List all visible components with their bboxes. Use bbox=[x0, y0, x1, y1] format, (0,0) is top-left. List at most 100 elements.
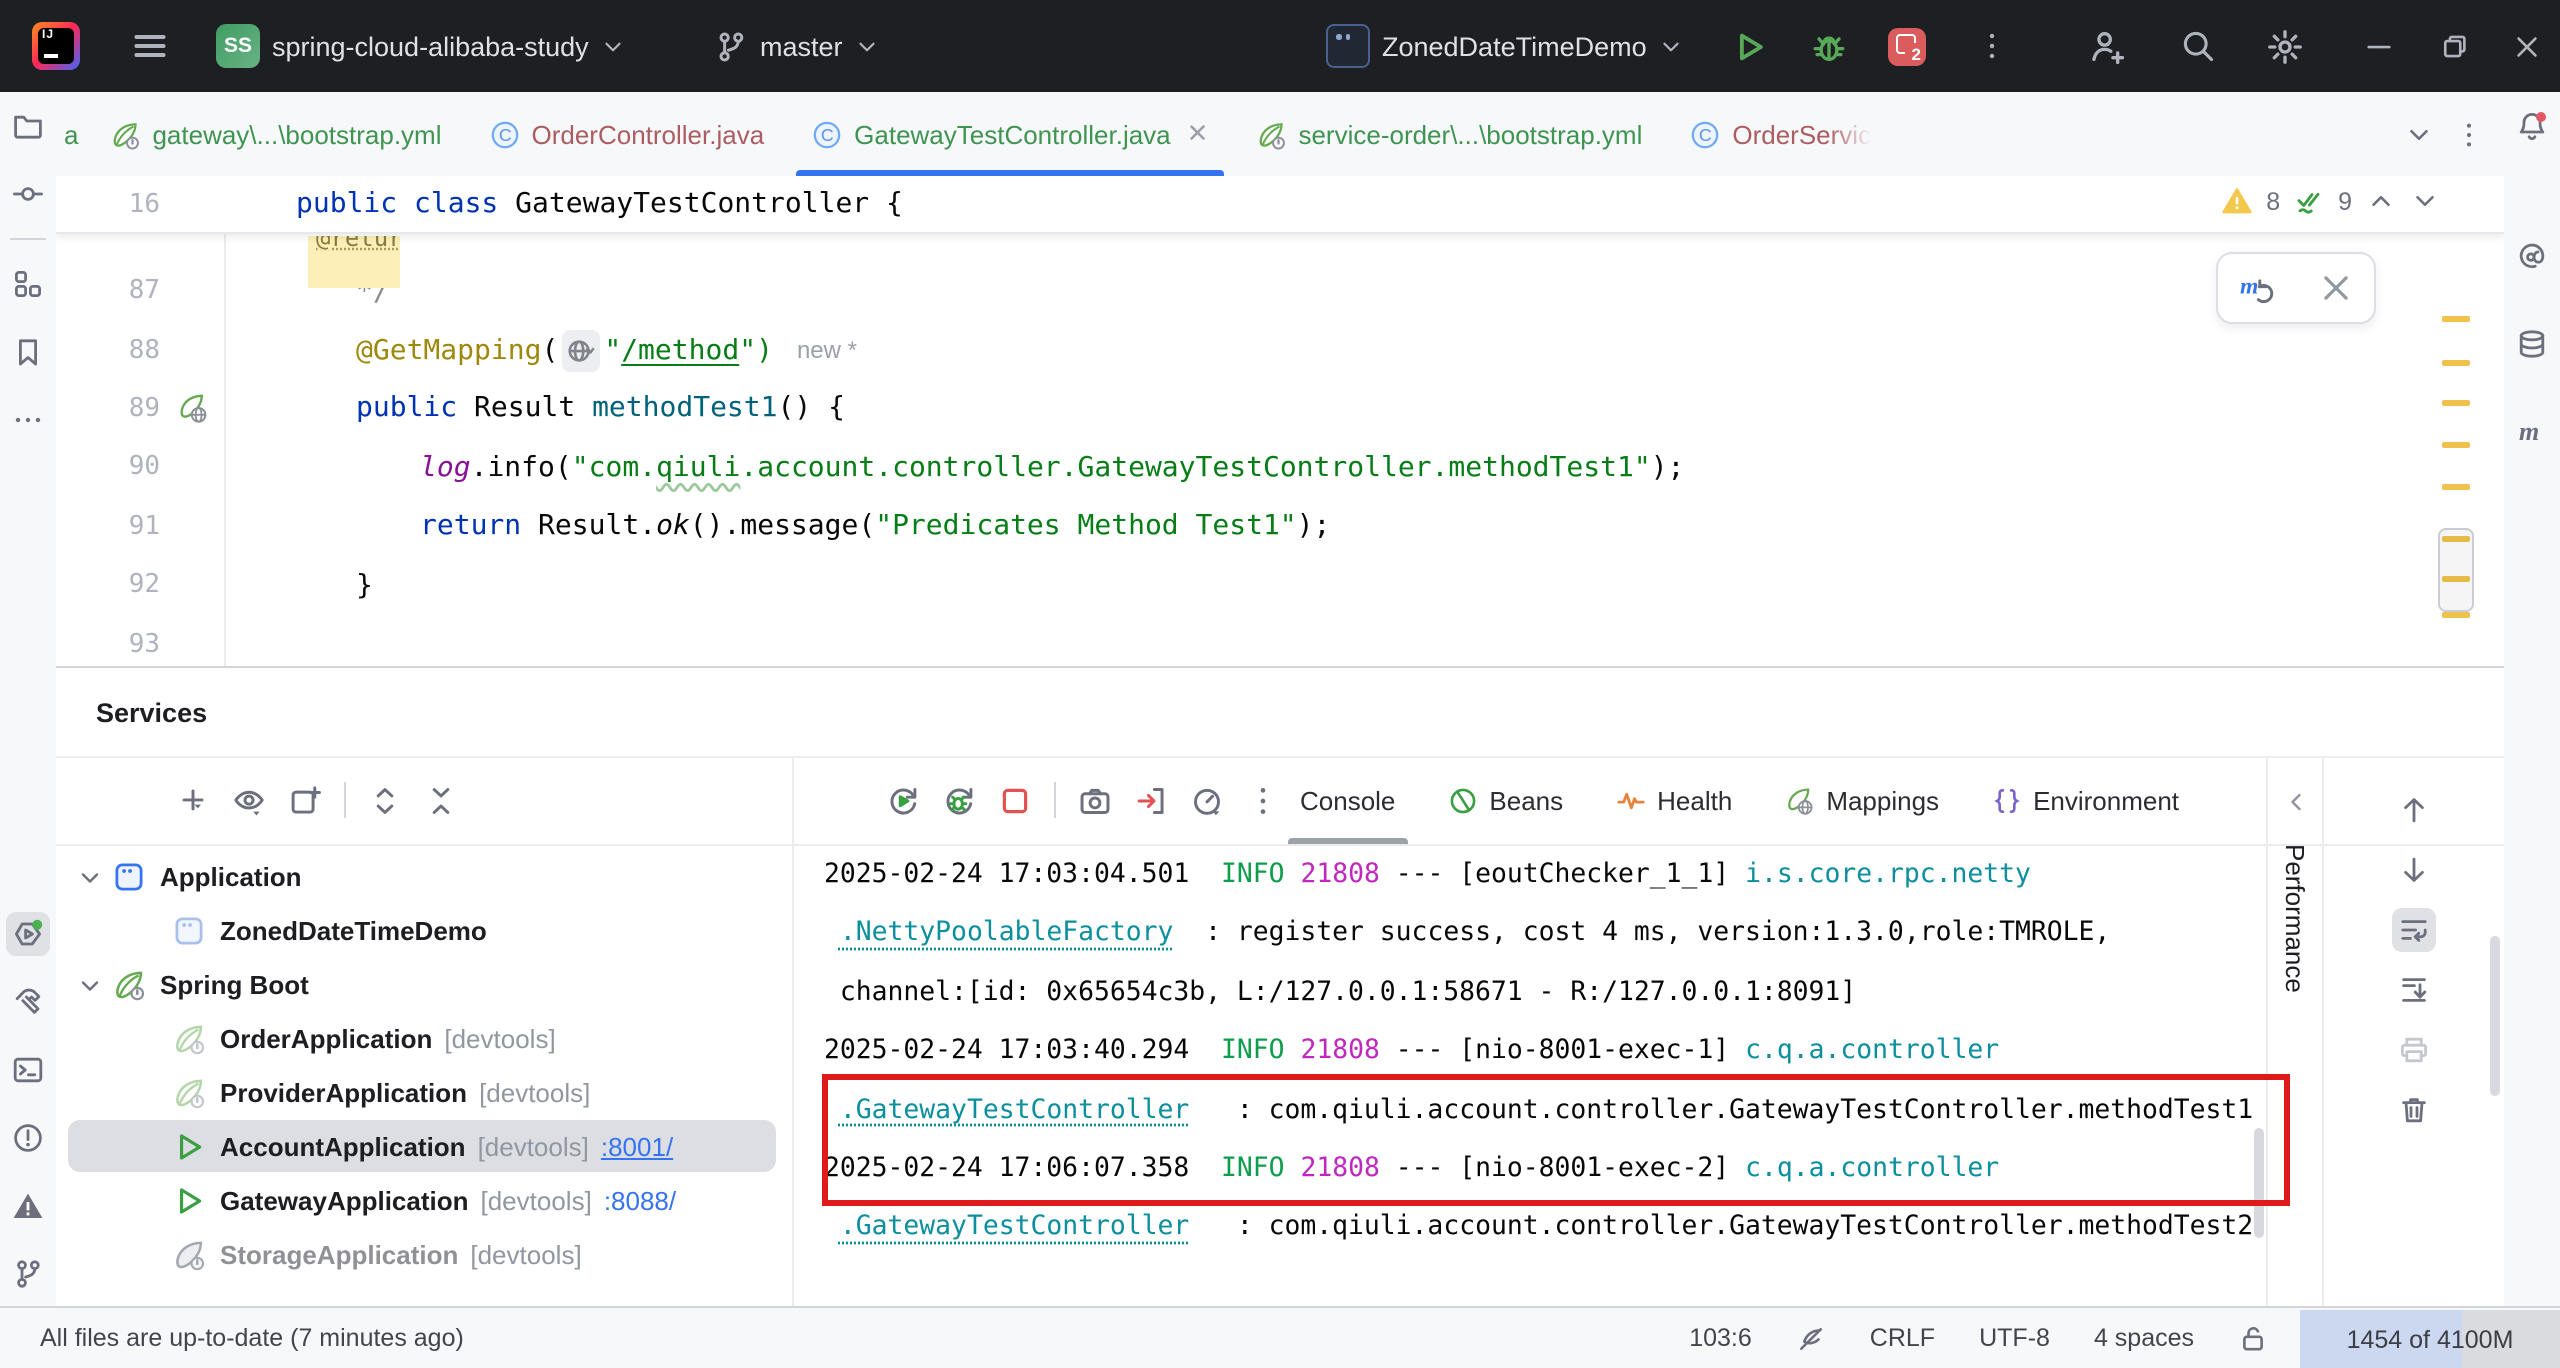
chevron-up-icon[interactable] bbox=[2366, 186, 2396, 216]
toolbar-kebab-menu[interactable] bbox=[1246, 783, 1280, 817]
close-button[interactable] bbox=[2512, 0, 2542, 92]
settings-button[interactable] bbox=[2266, 0, 2304, 92]
float-maven-reload[interactable]: m bbox=[2239, 270, 2275, 306]
sidebar-item-git-branch[interactable] bbox=[6, 1252, 50, 1296]
service-url-link[interactable]: :8088/ bbox=[604, 1186, 676, 1216]
vcs-widget[interactable]: master bbox=[714, 0, 881, 92]
sidebar-item-problems-circle[interactable] bbox=[6, 1116, 50, 1160]
leaf-globe-icon[interactable] bbox=[176, 393, 208, 425]
check-squiggle-icon[interactable] bbox=[2294, 186, 2324, 216]
toolbar-open-new-tab[interactable] bbox=[288, 783, 322, 817]
status-highlighting-level[interactable] bbox=[1796, 1323, 1826, 1353]
service-url-link[interactable]: :8001/ bbox=[601, 1132, 673, 1162]
editor-tab[interactable]: service-order\...\bootstrap.yml bbox=[1232, 92, 1666, 176]
sidebar-item-database[interactable] bbox=[2510, 322, 2554, 366]
minimize-button[interactable] bbox=[2364, 0, 2394, 92]
chevron-left-icon[interactable] bbox=[2281, 788, 2309, 816]
idea-logo-icon[interactable]: IJ bbox=[32, 0, 80, 92]
tree-row-application[interactable]: Application bbox=[56, 850, 792, 904]
toolbar-add[interactable] bbox=[176, 783, 210, 817]
status-item[interactable]: 4 spaces bbox=[2094, 1324, 2194, 1352]
sidebar-item-terminal[interactable] bbox=[6, 1048, 50, 1092]
warning-stripe-mark[interactable] bbox=[2442, 316, 2470, 322]
sidebar-item-bookmarks[interactable] bbox=[6, 330, 50, 374]
tree-row-orderapplication[interactable]: OrderApplication[devtools] bbox=[56, 1012, 792, 1066]
editor-scrollbar[interactable] bbox=[2438, 528, 2474, 612]
debug-button[interactable] bbox=[1810, 0, 1848, 92]
more-actions-button[interactable] bbox=[1976, 0, 2008, 92]
tree-row-accountapplication[interactable]: AccountApplication[devtools]:8001/ bbox=[56, 1120, 792, 1174]
tree-row-providerapplication[interactable]: ProviderApplication[devtools] bbox=[56, 1066, 792, 1120]
status-item[interactable]: UTF-8 bbox=[1979, 1324, 2050, 1352]
toolbar-eye[interactable] bbox=[232, 783, 266, 817]
toolbar-expand-all[interactable] bbox=[368, 783, 402, 817]
toolbar-rerun[interactable] bbox=[886, 783, 920, 817]
toolbar-exit-arrow[interactable] bbox=[1134, 783, 1168, 817]
logger-link[interactable]: .GatewayTestController bbox=[840, 1095, 1189, 1125]
run-configuration-widget[interactable]: ZonedDateTimeDemo bbox=[1326, 0, 1685, 92]
restore-button[interactable] bbox=[2440, 0, 2470, 92]
sidebar-item-services[interactable] bbox=[6, 912, 50, 956]
code-editor[interactable]: 16public class GatewayTestController { @… bbox=[56, 176, 2504, 666]
console-action-arrow-down[interactable] bbox=[2392, 848, 2436, 892]
toolbar-stop[interactable] bbox=[998, 783, 1032, 817]
logger-link[interactable]: .NettyPoolableFactory bbox=[840, 919, 1173, 949]
sidebar-item-notifications-bell[interactable] bbox=[2510, 104, 2554, 148]
float-close-x[interactable] bbox=[2317, 270, 2353, 306]
toolbar-collapse-all[interactable] bbox=[424, 783, 458, 817]
chevron-down-icon[interactable] bbox=[76, 971, 104, 999]
run-button[interactable] bbox=[1730, 0, 1768, 92]
chevron-down-icon[interactable] bbox=[2410, 186, 2440, 216]
toolbar-rerun-debug[interactable] bbox=[942, 783, 976, 817]
editor-tab[interactable]: gateway\...\bootstrap.yml bbox=[86, 92, 465, 176]
tabbar-kebab-menu[interactable] bbox=[2454, 119, 2484, 149]
main-menu-button[interactable] bbox=[132, 0, 168, 92]
status-item[interactable]: 103:6 bbox=[1689, 1324, 1752, 1352]
warning-stripe-mark[interactable] bbox=[2442, 442, 2470, 448]
status-item[interactable]: CRLF bbox=[1870, 1324, 1935, 1352]
console-action-arrow-up[interactable] bbox=[2392, 788, 2436, 832]
editor-tab[interactable]: CGatewayTestController.java✕ bbox=[788, 92, 1232, 176]
maven-reload-popup[interactable]: m bbox=[2216, 252, 2376, 324]
sidebar-item-project-folder[interactable] bbox=[6, 104, 50, 148]
sidebar-item-build-hammer[interactable] bbox=[6, 980, 50, 1024]
sidebar-item-commit[interactable] bbox=[6, 172, 50, 216]
status-lock-open[interactable] bbox=[2238, 1323, 2268, 1353]
sidebar-item-more-horizontal[interactable] bbox=[6, 398, 50, 442]
console-action-trash[interactable] bbox=[2392, 1088, 2436, 1132]
tab-partial[interactable]: a bbox=[56, 92, 86, 176]
console-action-printer[interactable] bbox=[2392, 1028, 2436, 1072]
editor-tab[interactable]: COrderServic bbox=[1666, 92, 1895, 176]
search-everywhere-button[interactable] bbox=[2180, 0, 2216, 92]
console-tab-health[interactable]: Health bbox=[1615, 756, 1732, 844]
sidebar-item-structure[interactable] bbox=[6, 262, 50, 306]
console-output[interactable]: 2025-02-24 17:03:04.501 INFO 21808 --- [… bbox=[794, 846, 2268, 1308]
toolbar-gauge[interactable] bbox=[1190, 783, 1224, 817]
console-tab-environment[interactable]: Environment bbox=[1991, 756, 2179, 844]
warning-triangle-icon[interactable] bbox=[2222, 186, 2252, 216]
memory-indicator[interactable]: 1454 of 4100M bbox=[2300, 1310, 2560, 1368]
performance-tab[interactable]: Performance bbox=[2280, 844, 2310, 993]
tree-row-spring boot[interactable]: Spring Boot bbox=[56, 958, 792, 1012]
console-tab-console[interactable]: Console bbox=[1300, 756, 1395, 844]
warning-stripe-mark[interactable] bbox=[2442, 360, 2470, 366]
console-tab-mappings[interactable]: Mappings bbox=[1784, 756, 1939, 844]
warning-stripe-mark[interactable] bbox=[2442, 484, 2470, 490]
tabbar-chevron-down[interactable] bbox=[2404, 119, 2434, 149]
sidebar-item-maven[interactable]: m bbox=[2510, 410, 2554, 454]
chevron-down-icon[interactable] bbox=[76, 863, 104, 891]
sidebar-item-warning-filled[interactable] bbox=[6, 1184, 50, 1228]
warning-stripe-mark[interactable] bbox=[2442, 400, 2470, 406]
console-scrollbar[interactable] bbox=[2254, 1128, 2264, 1238]
toolbar-camera[interactable] bbox=[1078, 783, 1112, 817]
tab-close-icon[interactable]: ✕ bbox=[1187, 118, 1209, 150]
warning-stripe-mark[interactable] bbox=[2442, 612, 2470, 618]
folded-javadoc-highlight[interactable]: @return bbox=[308, 236, 400, 288]
inspections-widget[interactable]: 89 bbox=[2222, 186, 2440, 216]
console-tab-beans[interactable]: Beans bbox=[1447, 756, 1563, 844]
sidebar-item-ai-assistant[interactable] bbox=[2510, 234, 2554, 278]
stop-button[interactable]: 2 bbox=[1888, 0, 1926, 92]
console-action-scroll-to-end[interactable] bbox=[2392, 968, 2436, 1012]
status-message[interactable]: All files are up-to-date (7 minutes ago) bbox=[40, 1308, 464, 1368]
tree-row-gatewayapplication[interactable]: GatewayApplication[devtools]:8088/ bbox=[56, 1174, 792, 1228]
